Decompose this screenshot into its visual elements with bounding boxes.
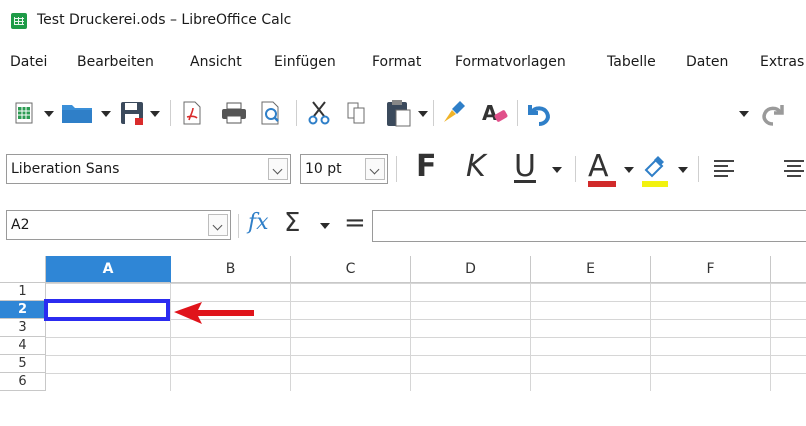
- spreadsheet-grid: A B C D E F 1 2 3 4 5 6: [0, 254, 806, 426]
- row-header-5[interactable]: 5: [0, 355, 46, 373]
- menu-datei[interactable]: Datei: [10, 54, 47, 70]
- menu-bearbeiten[interactable]: Bearbeiten: [77, 54, 154, 70]
- menu-daten[interactable]: Daten: [686, 54, 728, 70]
- new-spreadsheet-icon[interactable]: [13, 101, 37, 125]
- column-header-e[interactable]: E: [531, 256, 651, 283]
- standard-toolbar: A: [0, 92, 806, 132]
- highlight-dropdown-caret[interactable]: [678, 167, 688, 173]
- font-name-dropdown[interactable]: [268, 158, 288, 180]
- function-wizard-button[interactable]: fx: [248, 210, 269, 235]
- copy-icon[interactable]: [345, 100, 369, 126]
- column-header-d[interactable]: D: [411, 256, 531, 283]
- highlight-icon[interactable]: [640, 152, 670, 188]
- open-dropdown-caret[interactable]: [101, 111, 111, 117]
- menu-einfuegen[interactable]: Einfügen: [274, 54, 336, 70]
- font-size-box[interactable]: 10 pt: [300, 154, 388, 184]
- print-preview-icon[interactable]: [258, 100, 284, 126]
- column-header-a[interactable]: A: [46, 256, 171, 283]
- row-header-6[interactable]: 6: [0, 373, 46, 391]
- sum-button[interactable]: Σ: [284, 208, 300, 238]
- toolbar-separator: [575, 156, 576, 182]
- formula-input[interactable]: [372, 210, 806, 242]
- menu-ansicht[interactable]: Ansicht: [190, 54, 242, 70]
- bold-button[interactable]: F: [416, 152, 437, 182]
- row-header-4[interactable]: 4: [0, 337, 46, 355]
- open-folder-icon[interactable]: [60, 101, 94, 125]
- save-dropdown-caret[interactable]: [150, 111, 160, 117]
- toolbar-separator: [296, 100, 297, 126]
- clone-formatting-icon[interactable]: [440, 98, 468, 128]
- row-header-2[interactable]: 2: [0, 301, 46, 319]
- calc-app-icon: [11, 13, 27, 29]
- name-box[interactable]: A2: [6, 210, 231, 240]
- paste-dropdown-caret[interactable]: [418, 111, 428, 117]
- column-header-g[interactable]: [771, 256, 806, 283]
- formatting-toolbar: Liberation Sans 10 pt F K U A: [0, 148, 806, 192]
- new-dropdown-caret[interactable]: [44, 111, 54, 117]
- menu-bar: Datei Bearbeiten Ansicht Einfügen Format…: [0, 52, 806, 76]
- window-title: Test Druckerei.ods – LibreOffice Calc: [37, 12, 292, 28]
- cut-icon[interactable]: [306, 100, 332, 126]
- print-icon[interactable]: [220, 101, 248, 125]
- font-size-dropdown[interactable]: [365, 158, 385, 180]
- formula-button[interactable]: =: [344, 208, 366, 238]
- active-cell-a2[interactable]: [44, 299, 170, 321]
- undo-icon[interactable]: [524, 99, 554, 127]
- toolbar-separator: [433, 100, 434, 126]
- toolbar-separator: [698, 156, 699, 182]
- paste-icon[interactable]: [385, 98, 413, 128]
- font-name-value: Liberation Sans: [11, 161, 120, 177]
- font-size-value: 10 pt: [305, 161, 342, 177]
- select-all-corner[interactable]: [0, 256, 46, 283]
- font-name-box[interactable]: Liberation Sans: [6, 154, 291, 184]
- align-center-icon[interactable]: [782, 158, 806, 180]
- svg-text:A: A: [482, 101, 498, 125]
- row-header-1[interactable]: 1: [0, 283, 46, 301]
- italic-button[interactable]: K: [466, 152, 486, 182]
- formula-bar: A2 fx Σ =: [0, 206, 806, 246]
- font-color-swatch: [588, 181, 616, 187]
- toolbar-separator: [517, 100, 518, 126]
- align-left-icon[interactable]: [712, 158, 736, 180]
- column-header-f[interactable]: F: [651, 256, 771, 283]
- column-header-c[interactable]: C: [291, 256, 411, 283]
- menu-formatvorlagen[interactable]: Formatvorlagen: [455, 54, 566, 70]
- redo-icon[interactable]: [758, 99, 788, 127]
- underline-dropdown-caret[interactable]: [552, 167, 562, 173]
- undo-dropdown-caret[interactable]: [739, 111, 749, 117]
- toolbar-separator: [238, 214, 239, 238]
- title-bar: Test Druckerei.ods – LibreOffice Calc: [0, 0, 806, 44]
- red-arrow-annotation: [174, 302, 254, 324]
- sum-dropdown-caret[interactable]: [320, 223, 330, 229]
- row-header-3[interactable]: 3: [0, 319, 46, 337]
- underline-button[interactable]: U: [514, 152, 536, 182]
- toolbar-separator: [170, 100, 171, 126]
- menu-format[interactable]: Format: [372, 54, 421, 70]
- toolbar-separator: [396, 156, 397, 182]
- menu-tabelle[interactable]: Tabelle: [607, 54, 656, 70]
- name-box-value: A2: [11, 217, 30, 233]
- font-color-button[interactable]: A: [588, 152, 609, 182]
- column-header-b[interactable]: B: [171, 256, 291, 283]
- font-color-dropdown-caret[interactable]: [624, 167, 634, 173]
- save-icon[interactable]: [119, 100, 145, 126]
- menu-extras[interactable]: Extras: [760, 54, 804, 70]
- export-pdf-icon[interactable]: [180, 100, 204, 126]
- name-box-dropdown[interactable]: [208, 214, 228, 236]
- clear-formatting-icon[interactable]: A: [480, 100, 510, 126]
